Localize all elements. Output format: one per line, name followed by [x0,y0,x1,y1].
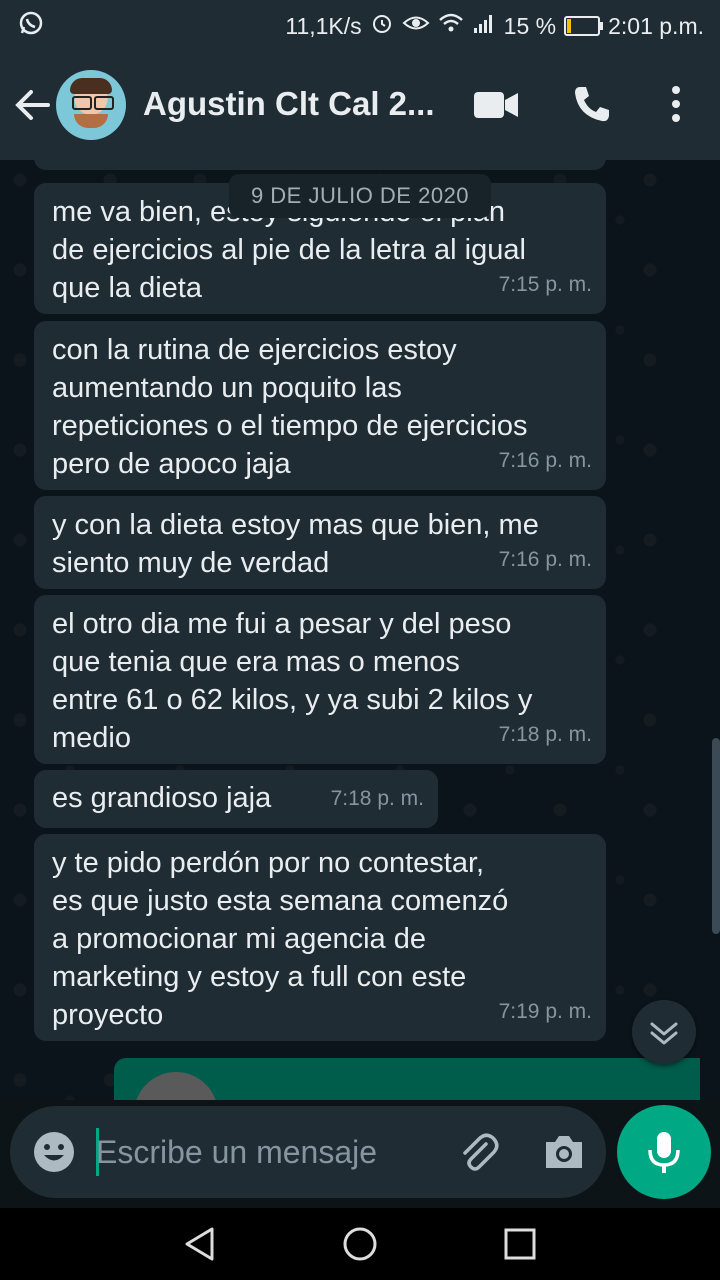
message-input[interactable]: Escribe un mensaje [96,1134,377,1171]
message-bubble[interactable]: y con la dieta estoy mas que bien, me si… [34,496,606,589]
home-nav-icon[interactable] [342,1226,378,1267]
outgoing-message-bubble[interactable] [114,1058,700,1100]
message-bubble[interactable]: con la rutina de ejercicios estoy aument… [34,321,606,490]
video-call-icon[interactable] [473,90,519,125]
phone-icon[interactable] [572,84,612,129]
message-time: 7:18 p. m. [330,787,424,810]
contact-name[interactable]: Agustin Clt Cal 2... [143,85,435,123]
message-bubble[interactable]: y te pido perdón por no contestar, es qu… [34,834,606,1041]
more-vert-icon[interactable] [670,84,682,129]
system-nav-bar [0,1208,720,1280]
eye-icon [402,12,430,40]
scrollbar[interactable] [712,738,720,934]
back-nav-icon[interactable] [182,1226,218,1267]
paperclip-icon[interactable] [456,1130,500,1179]
wifi-icon [438,12,464,40]
arrow-left-icon[interactable] [14,88,50,122]
network-speed: 11,1K/s [285,12,362,39]
message-time: 7:19 p. m. [498,1000,592,1023]
battery-level [567,19,572,33]
battery-icon [564,16,604,36]
avatar[interactable] [56,70,126,140]
message-time: 7:16 p. m. [498,449,592,472]
signal-icon [472,12,496,40]
message-time: 7:16 p. m. [498,548,592,571]
message-bubble[interactable]: el otro dia me fui a pesar y del peso qu… [34,595,606,764]
avatar [134,1072,218,1100]
message-composer[interactable]: Escribe un mensaje [10,1106,606,1198]
date-chip: 9 DE JULIO DE 2020 [229,174,491,218]
microphone-icon [648,1132,680,1173]
battery-percent: 15 % [503,12,557,39]
status-bar: 11,1K/s 15 % 2:01 p.m. [0,0,720,48]
camera-icon[interactable] [542,1132,586,1177]
message-bubble[interactable]: es grandioso jaja 7:18 p. m. [34,770,438,828]
recents-nav-icon[interactable] [503,1227,537,1266]
scroll-to-bottom-button[interactable] [632,1000,696,1064]
alarm-icon [370,11,394,41]
chat-header: Agustin Clt Cal 2... [0,48,720,160]
message-bubble-partial [34,160,606,170]
mic-button[interactable] [617,1105,711,1199]
clock: 2:01 p.m. [608,12,704,39]
emoji-icon[interactable] [32,1130,76,1179]
message-time: 7:15 p. m. [498,273,592,296]
message-time: 7:18 p. m. [498,723,592,746]
chevron-double-down-icon [650,1022,678,1045]
whatsapp-notification-icon [18,10,44,42]
message-list[interactable]: me va bien, estoy siguiendo el plan de e… [0,160,720,1100]
